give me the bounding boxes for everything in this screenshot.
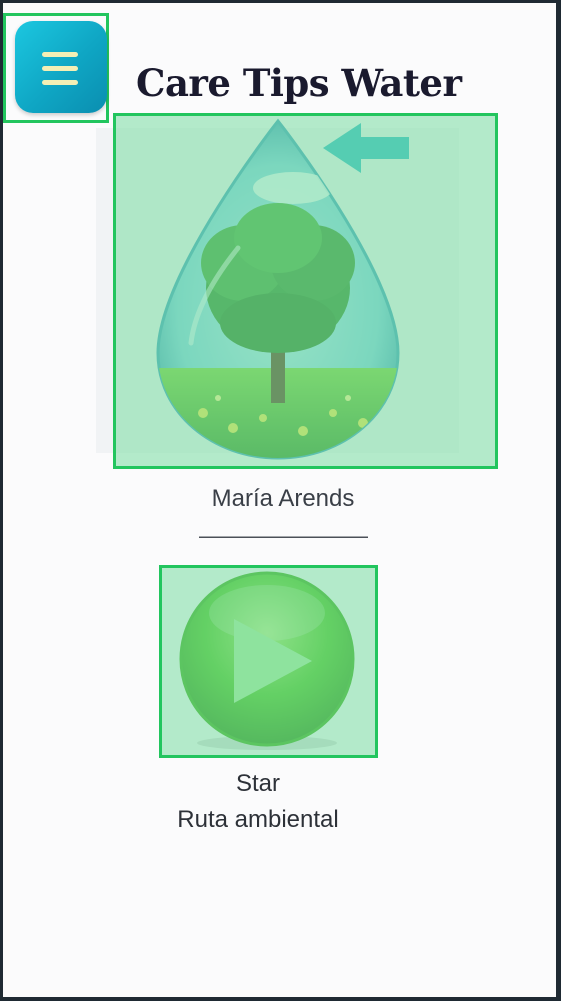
page-title: Care Tips Water	[136, 61, 462, 105]
play-button[interactable]	[159, 565, 378, 758]
separator-line: ————————	[199, 523, 368, 548]
hamburger-menu-icon-line-2	[42, 66, 78, 71]
hamburger-menu-icon-line-3	[42, 80, 78, 85]
hamburger-menu-icon	[42, 52, 78, 57]
play-label: Star	[235, 770, 280, 797]
app-screen: Care Tips Water María Arends ———————— St…	[3, 3, 558, 997]
menu-button[interactable]	[15, 21, 107, 113]
play-sublabel: Ruta ambiental	[177, 806, 339, 833]
author-name: María Arends	[211, 485, 355, 512]
hero-image-highlight[interactable]	[113, 113, 498, 469]
